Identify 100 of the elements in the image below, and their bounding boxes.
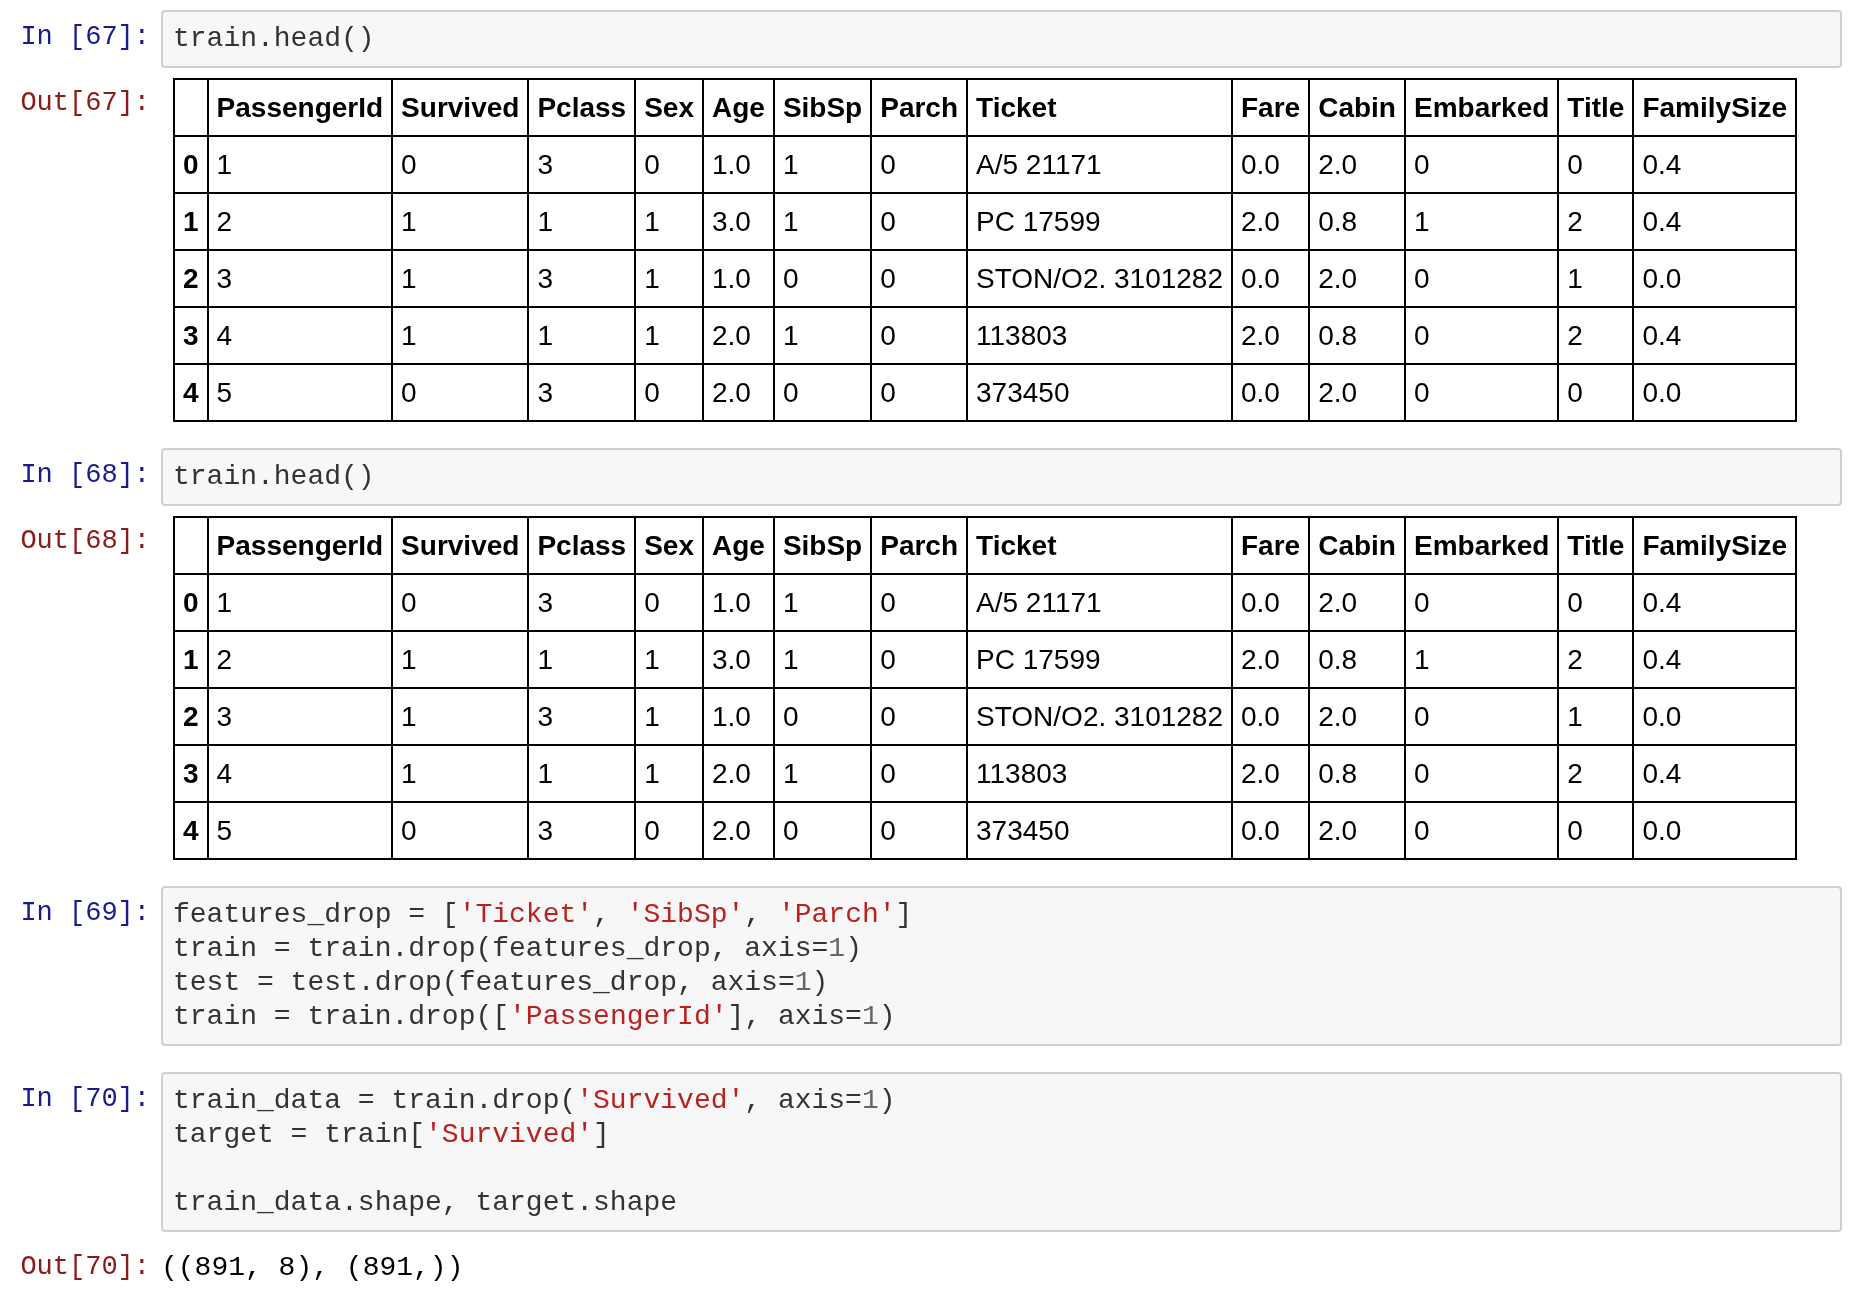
code-cell[interactable]: train_data = train.drop('Survived', axis=1) target = train['Survived'] train_data.shape, target.shape xyxy=(161,1072,1842,1232)
column-header: Embarked xyxy=(1404,517,1559,574)
column-header: SibSp xyxy=(773,517,872,574)
code-cell[interactable]: train.head() xyxy=(161,448,1842,506)
row-index: 4 xyxy=(174,364,208,421)
output-prompt: Out[68]: xyxy=(19,525,151,556)
table-cell: 2.0 xyxy=(1309,574,1405,631)
table-cell: 0.8 xyxy=(1309,193,1405,250)
table-cell: 2 xyxy=(1558,193,1634,250)
column-header: Title xyxy=(1558,79,1634,136)
table-cell: 0.4 xyxy=(1633,745,1797,802)
column-header: Pclass xyxy=(528,79,636,136)
table-cell: 0 xyxy=(773,364,872,421)
row-index: 0 xyxy=(174,136,208,193)
table-cell: 0 xyxy=(871,364,968,421)
table-cell: 2 xyxy=(1558,307,1634,364)
table-cell: 2.0 xyxy=(702,307,774,364)
table-cell: 0 xyxy=(871,136,968,193)
table-cell: 3 xyxy=(207,250,393,307)
table-cell: 4 xyxy=(207,745,393,802)
code-cell[interactable]: train.head() xyxy=(161,10,1842,68)
table-cell: 0 xyxy=(773,250,872,307)
table-cell: A/5 21171 xyxy=(967,574,1232,631)
table-cell: STON/O2. 3101282 xyxy=(967,688,1232,745)
column-header: FamilySize xyxy=(1633,517,1797,574)
table-cell: 1 xyxy=(392,745,529,802)
table-cell: 1 xyxy=(773,631,872,688)
table-cell: 0.4 xyxy=(1633,631,1797,688)
table-cell: 3.0 xyxy=(702,631,774,688)
column-header: Pclass xyxy=(528,517,636,574)
column-header xyxy=(174,517,208,574)
table-cell: 113803 xyxy=(967,745,1232,802)
output-prompt: Out[70]: xyxy=(19,1251,151,1282)
table-cell: 2 xyxy=(207,193,393,250)
table-cell: 2.0 xyxy=(1232,745,1310,802)
column-header: SibSp xyxy=(773,79,872,136)
table-cell: 0.0 xyxy=(1633,802,1797,859)
table-cell: 0 xyxy=(1404,745,1559,802)
table-cell: 3 xyxy=(528,250,636,307)
table-cell: 0 xyxy=(1404,307,1559,364)
table-cell: 0 xyxy=(1558,136,1634,193)
code-line: train.head() xyxy=(173,22,376,56)
row-index: 3 xyxy=(174,307,208,364)
table-cell: 2.0 xyxy=(702,802,774,859)
code-line: train_data = train.drop('Survived', axis=1) xyxy=(173,1084,897,1118)
column-header xyxy=(174,79,208,136)
column-header: Cabin xyxy=(1309,517,1405,574)
column-header: Age xyxy=(702,517,774,574)
table-cell: 0 xyxy=(773,802,872,859)
table-cell: 1.0 xyxy=(702,574,774,631)
code-cell[interactable]: features_drop = ['Ticket', 'SibSp', 'Parch'] train = train.drop(features_drop, axis=1) test = test.drop(features_drop, axis=1) train = train.drop(['PassengerId'], axis=1) xyxy=(161,886,1842,1046)
table-cell: 1 xyxy=(635,631,703,688)
table-cell: 0 xyxy=(1404,250,1559,307)
table-cell: 0 xyxy=(1558,802,1634,859)
input-prompt: In [68]: xyxy=(19,459,151,490)
row-index: 1 xyxy=(174,631,208,688)
table-cell: 2.0 xyxy=(702,745,774,802)
column-header: Cabin xyxy=(1309,79,1405,136)
table-cell: A/5 21171 xyxy=(967,136,1232,193)
table-cell: 0.8 xyxy=(1309,307,1405,364)
table-cell: 0 xyxy=(773,688,872,745)
table-cell: 0 xyxy=(392,802,529,859)
table-cell: 1 xyxy=(392,250,529,307)
input-prompt: In [67]: xyxy=(19,21,151,52)
row-index: 2 xyxy=(174,250,208,307)
table-cell: 0.4 xyxy=(1633,307,1797,364)
column-header: Embarked xyxy=(1404,79,1559,136)
table-cell: 1 xyxy=(773,574,872,631)
column-header: Survived xyxy=(392,79,529,136)
code-line: train_data.shape, target.shape xyxy=(173,1186,679,1220)
table-cell: 3 xyxy=(528,364,636,421)
code-line: features_drop = ['Ticket', 'SibSp', 'Parch'] xyxy=(173,898,914,932)
table-cell: 1 xyxy=(207,136,393,193)
table-cell: 0 xyxy=(1404,802,1559,859)
table-cell: 0 xyxy=(1404,574,1559,631)
column-header: Ticket xyxy=(967,517,1232,574)
input-prompt: In [69]: xyxy=(19,897,151,928)
code-line: train.head() xyxy=(173,460,376,494)
table-cell: 0 xyxy=(635,802,703,859)
column-header: Sex xyxy=(635,517,703,574)
table-cell: 1 xyxy=(1404,193,1559,250)
row-index: 1 xyxy=(174,193,208,250)
row-index: 3 xyxy=(174,745,208,802)
table-cell: 0 xyxy=(1558,574,1634,631)
table-cell: 0.0 xyxy=(1633,688,1797,745)
column-header: Fare xyxy=(1232,79,1310,136)
table-cell: 1 xyxy=(635,745,703,802)
table-cell: 4 xyxy=(207,307,393,364)
table-cell: 1.0 xyxy=(702,136,774,193)
table-cell: 0.0 xyxy=(1232,250,1310,307)
table-cell: 113803 xyxy=(967,307,1232,364)
table-cell: 0.4 xyxy=(1633,574,1797,631)
table-cell: 1 xyxy=(528,745,636,802)
table-cell: 2.0 xyxy=(1232,307,1310,364)
column-header: Survived xyxy=(392,517,529,574)
table-cell: 0 xyxy=(871,802,968,859)
table-cell: 0 xyxy=(871,307,968,364)
table-cell: 0.0 xyxy=(1232,364,1310,421)
column-header: FamilySize xyxy=(1633,79,1797,136)
table-cell: 1 xyxy=(635,193,703,250)
